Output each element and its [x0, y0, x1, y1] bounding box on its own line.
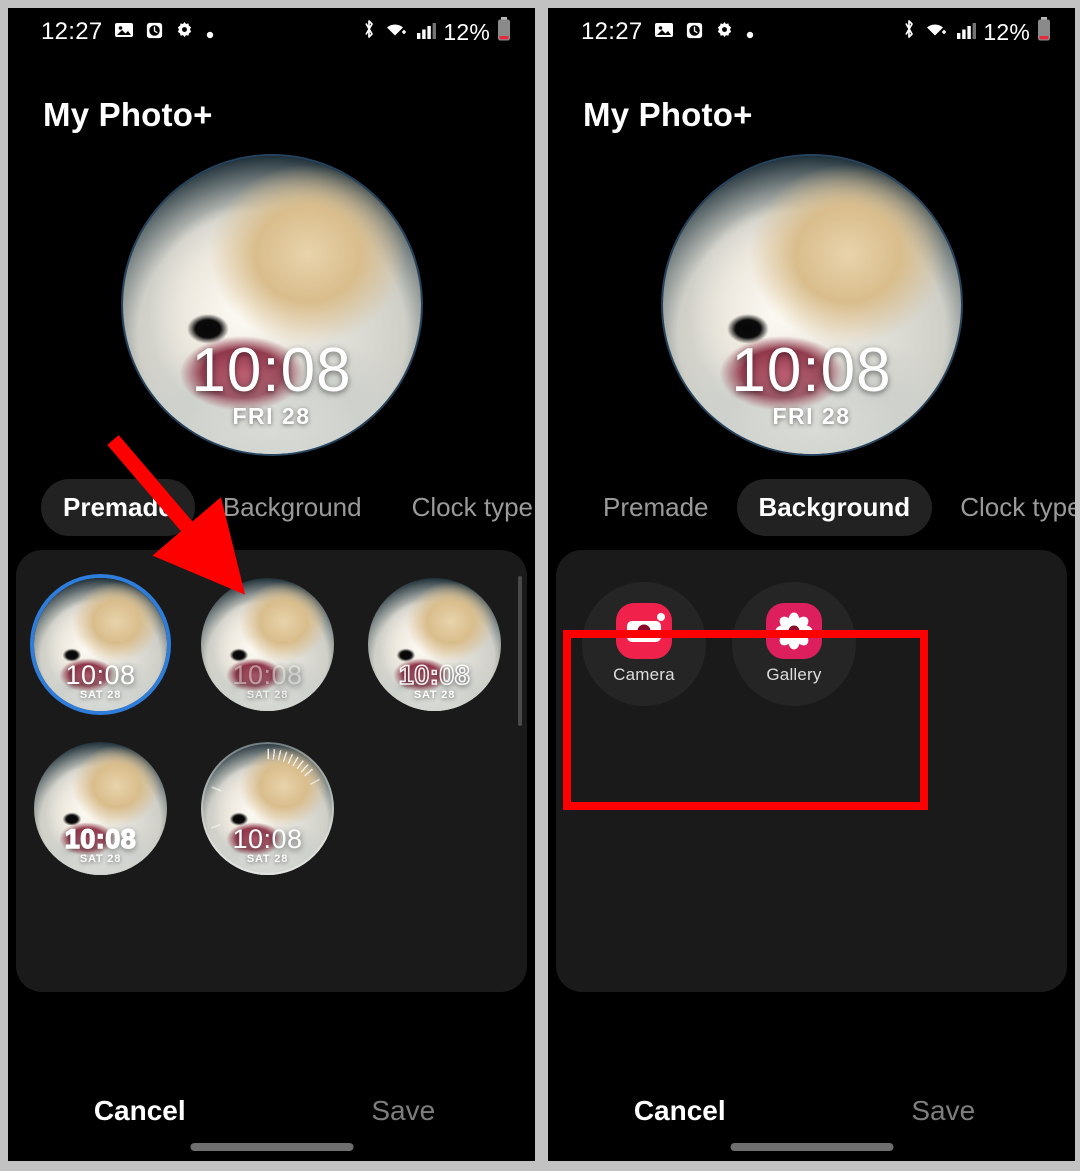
watch-face-thumb-inner: 10:08 SAT 28	[368, 578, 501, 711]
gallery-flower-icon	[766, 603, 822, 659]
list-item[interactable]: 10:08 SAT 28	[201, 742, 334, 875]
cellular-signal-icon	[956, 19, 977, 46]
save-button[interactable]: Save	[812, 1095, 1076, 1127]
background-sheet: Camera Gallery	[556, 550, 1067, 992]
watch-face-thumb-3[interactable]: 10:08 SAT 28	[368, 578, 501, 711]
home-gesture-bar[interactable]	[190, 1143, 353, 1151]
tab-clock-type[interactable]: Clock type	[390, 479, 535, 536]
battery-icon	[1037, 17, 1051, 47]
home-gesture-bar[interactable]	[730, 1143, 893, 1151]
status-bar-left: 12:27 12%	[8, 8, 535, 56]
battery-percent: 12%	[443, 18, 490, 45]
cancel-button[interactable]: Cancel	[8, 1095, 272, 1127]
gallery-source-button[interactable]: Gallery	[732, 582, 856, 706]
status-bar-right-group: 12%	[900, 17, 1051, 47]
status-bar-left-group: 12:27	[581, 18, 755, 46]
flower-center	[788, 625, 800, 637]
screenshot-stage: 12:27 12% My Photo+ 10:08 FRI 28 Premade…	[0, 0, 1080, 1171]
tab-background[interactable]: Background	[736, 478, 933, 536]
camera-label: Camera	[613, 665, 675, 684]
status-bar-left-group: 12:27	[41, 18, 215, 46]
bluetooth-icon	[360, 18, 378, 46]
thumb-time: 10:08	[64, 824, 137, 854]
watch-face-thumb-4[interactable]: 10:08 SAT 28	[34, 742, 167, 875]
footer-actions-left: Cancel Save	[8, 1095, 535, 1127]
page-title: My Photo+	[43, 96, 213, 133]
thumb-date: SAT 28	[413, 689, 456, 701]
tab-premade[interactable]: Premade	[41, 478, 195, 536]
premade-grid: 10:08 SAT 28 10:08 SAT 28 10:08 SAT 28 1…	[16, 550, 527, 875]
cancel-button[interactable]: Cancel	[548, 1095, 812, 1127]
tab-bar-left[interactable]: Premade Background Clock type Clo	[8, 476, 535, 538]
camera-body-shape	[627, 620, 661, 642]
tab-background[interactable]: Background	[201, 479, 384, 536]
status-bar-right-group: 12%	[360, 17, 511, 47]
background-source-list: Camera Gallery	[556, 550, 1067, 706]
thumb-date: SAT 28	[79, 853, 122, 865]
status-time: 12:27	[581, 18, 643, 45]
premade-sheet: 10:08 SAT 28 10:08 SAT 28 10:08 SAT 28 1…	[16, 550, 527, 992]
image-icon	[114, 19, 134, 46]
tab-clock-type[interactable]: Clock type	[938, 479, 1075, 536]
watch-face-thumb-inner: 10:08 SAT 28	[34, 742, 167, 875]
camera-flash-dot	[657, 613, 665, 621]
settings-icon	[715, 19, 734, 46]
watch-face-thumb-inner: 10:08 SAT 28	[201, 742, 334, 875]
wifi-icon	[385, 19, 409, 46]
settings-icon	[175, 19, 194, 46]
cellular-signal-icon	[416, 19, 437, 46]
preview-time: 10:08	[731, 336, 892, 405]
tab-bar-right[interactable]: Premade Background Clock type Clo	[548, 476, 1075, 538]
list-item[interactable]: 10:08 SAT 28	[34, 742, 167, 875]
phone-screen-right: 12:27 12% My Photo+ 10:08 FRI 28 Premade…	[548, 8, 1075, 1161]
thumb-time: 10:08	[65, 660, 136, 690]
sheet-scrollbar[interactable]	[518, 576, 522, 726]
status-bar-right: 12:27 12%	[548, 8, 1075, 56]
preview-time: 10:08	[191, 336, 352, 405]
dot-icon	[205, 19, 215, 46]
thumb-time: 10:08	[398, 660, 471, 690]
status-time: 12:27	[41, 18, 103, 45]
dot-icon	[745, 19, 755, 46]
thumb-time: 10:08	[232, 660, 303, 690]
save-button[interactable]: Save	[272, 1095, 536, 1127]
battery-icon	[497, 17, 511, 47]
list-item[interactable]: 10:08 SAT 28	[368, 578, 501, 711]
footer-actions-right: Cancel Save	[548, 1095, 1075, 1127]
list-item[interactable]: 10:08 SAT 28	[34, 578, 167, 711]
image-icon	[654, 19, 674, 46]
preview-date: FRI 28	[772, 403, 851, 429]
alarm-icon	[685, 19, 704, 46]
outer-ring-decoration	[201, 742, 334, 875]
watch-face-thumb-1[interactable]: 10:08 SAT 28	[34, 578, 167, 711]
watch-preview-area: 10:08 FRI 28	[8, 140, 535, 470]
preview-date: FRI 28	[232, 403, 311, 429]
phone-screen-left: 12:27 12% My Photo+ 10:08 FRI 28 Premade…	[8, 8, 535, 1161]
camera-icon	[616, 603, 672, 659]
page-title: My Photo+	[583, 96, 753, 133]
watch-face-preview[interactable]: 10:08 FRI 28	[662, 156, 961, 454]
watch-face-thumb-2[interactable]: 10:08 SAT 28	[201, 578, 334, 711]
watch-preview-area: 10:08 FRI 28	[548, 140, 1075, 470]
watch-face-preview[interactable]: 10:08 FRI 28	[122, 156, 421, 454]
camera-source-button[interactable]: Camera	[582, 582, 706, 706]
tab-premade[interactable]: Premade	[581, 479, 731, 536]
thumb-date: SAT 28	[246, 689, 289, 701]
watch-face-thumb-inner: 10:08 SAT 28	[201, 578, 334, 711]
bluetooth-icon	[900, 18, 918, 46]
alarm-icon	[145, 19, 164, 46]
flower-shape	[775, 612, 813, 650]
thumb-date: SAT 28	[79, 689, 122, 701]
watch-face-thumb-inner: 10:08 SAT 28	[34, 578, 167, 711]
battery-percent: 12%	[983, 18, 1030, 45]
wifi-icon	[925, 19, 949, 46]
watch-face-thumb-5[interactable]: 10:08 SAT 28	[201, 742, 334, 875]
list-item[interactable]: 10:08 SAT 28	[201, 578, 334, 711]
gallery-label: Gallery	[766, 665, 822, 684]
